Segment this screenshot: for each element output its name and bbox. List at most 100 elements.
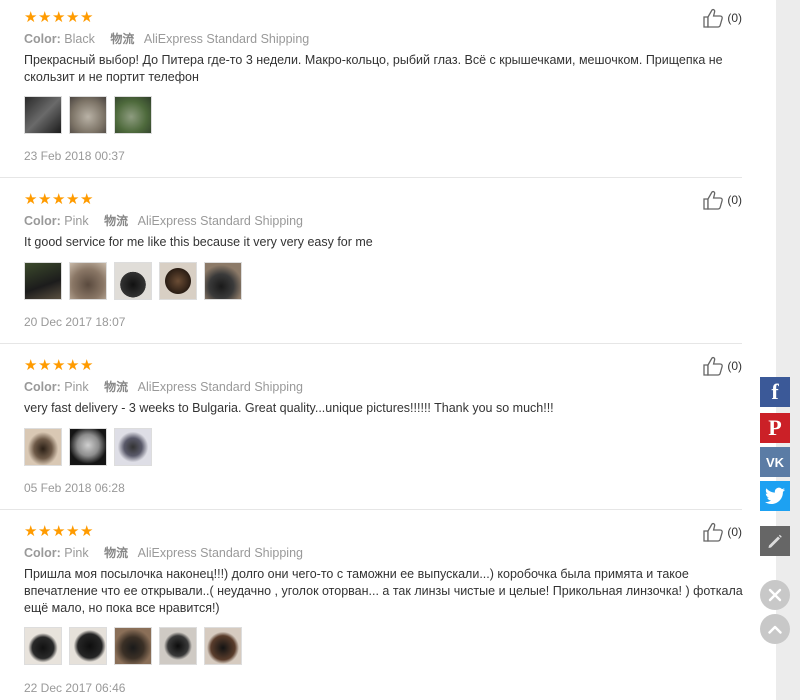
review-meta: Color: Pink 物流 AliExpress Standard Shipp… — [24, 212, 303, 229]
star-icon: ★ — [52, 522, 66, 540]
star-icon: ★ — [24, 190, 38, 208]
close-button[interactable] — [760, 580, 790, 610]
review-meta: Color: Black 物流 AliExpress Standard Ship… — [24, 30, 309, 47]
review-photo[interactable] — [24, 627, 62, 665]
star-icon: ★ — [66, 522, 80, 540]
star-icon: ★ — [80, 356, 94, 374]
review-photo[interactable] — [114, 428, 152, 466]
color-value: Pink — [64, 546, 89, 560]
review-date: 20 Dec 2017 18:07 — [24, 315, 126, 329]
scroll-to-top-button[interactable] — [760, 614, 790, 644]
star-icon: ★ — [38, 8, 52, 26]
review-text: very fast delivery - 3 weeks to Bulgaria… — [24, 401, 554, 415]
star-icon: ★ — [24, 522, 38, 540]
shipping-label: 物流 — [104, 546, 129, 560]
edit-button[interactable] — [760, 526, 790, 556]
review-date: 22 Dec 2017 06:46 — [24, 681, 126, 695]
helpful-button[interactable]: (0) — [703, 190, 742, 210]
star-icon: ★ — [52, 8, 66, 26]
shipping-value: AliExpress Standard Shipping — [137, 214, 303, 228]
helpful-count: (0) — [727, 525, 742, 539]
shipping-label: 物流 — [104, 380, 129, 394]
twitter-icon — [765, 487, 785, 504]
thumbs-up-icon — [703, 522, 724, 542]
review-photo[interactable] — [24, 428, 62, 466]
review-photo[interactable] — [114, 96, 152, 134]
star-rating: ★ ★ ★ ★ ★ — [24, 522, 94, 540]
shipping-label: 物流 — [110, 32, 135, 46]
review-text: It good service for me like this because… — [24, 235, 373, 249]
helpful-button[interactable]: (0) — [703, 522, 742, 542]
star-icon: ★ — [38, 356, 52, 374]
review-text: Пришла моя посылочка наконец!!!) долго о… — [24, 567, 743, 615]
review-photos — [24, 428, 152, 466]
review-date: 23 Feb 2018 00:37 — [24, 149, 125, 163]
color-value: Pink — [64, 214, 89, 228]
review-photo[interactable] — [69, 627, 107, 665]
star-icon: ★ — [24, 8, 38, 26]
close-icon — [768, 588, 782, 602]
review-item: ★ ★ ★ ★ ★ Color: Pink 物流 AliExpress Stan… — [0, 182, 760, 348]
star-rating: ★ ★ ★ ★ ★ — [24, 8, 94, 26]
review-item: ★ ★ ★ ★ ★ Color: Pink 物流 AliExpress Stan… — [0, 348, 760, 514]
review-text: Прекрасный выбор! До Питера где-то 3 нед… — [24, 53, 723, 84]
review-divider — [0, 343, 742, 344]
helpful-button[interactable]: (0) — [703, 8, 742, 28]
review-photo[interactable] — [69, 96, 107, 134]
star-icon: ★ — [38, 190, 52, 208]
review-photo[interactable] — [24, 262, 62, 300]
thumbs-up-icon — [703, 190, 724, 210]
color-label: Color: — [24, 380, 61, 394]
review-photos — [24, 262, 242, 300]
star-icon: ★ — [80, 190, 94, 208]
review-date: 05 Feb 2018 06:28 — [24, 481, 125, 495]
color-label: Color: — [24, 546, 61, 560]
star-icon: ★ — [66, 8, 80, 26]
color-label: Color: — [24, 32, 61, 46]
color-value: Black — [64, 32, 95, 46]
facebook-share-button[interactable]: f — [760, 377, 790, 407]
star-icon: ★ — [66, 190, 80, 208]
pinterest-share-button[interactable]: P — [760, 413, 790, 443]
review-photo[interactable] — [159, 262, 197, 300]
star-icon: ★ — [80, 8, 94, 26]
review-photo[interactable] — [69, 428, 107, 466]
shipping-value: AliExpress Standard Shipping — [137, 380, 303, 394]
review-photo[interactable] — [24, 96, 62, 134]
vk-icon: VK — [765, 454, 785, 470]
pencil-icon — [768, 534, 782, 548]
review-photo[interactable] — [114, 627, 152, 665]
review-photo[interactable] — [114, 262, 152, 300]
review-divider — [0, 509, 742, 510]
twitter-share-button[interactable] — [760, 481, 790, 511]
chevron-up-icon — [768, 625, 782, 634]
shipping-value: AliExpress Standard Shipping — [143, 32, 310, 46]
review-photo[interactable] — [69, 262, 107, 300]
thumbs-up-icon — [703, 356, 724, 376]
review-item: ★ ★ ★ ★ ★ Color: Black 物流 AliExpress Sta… — [0, 0, 760, 178]
review-photos — [24, 96, 152, 134]
thumbs-up-icon — [703, 8, 724, 28]
review-photo[interactable] — [159, 627, 197, 665]
review-meta: Color: Pink 物流 AliExpress Standard Shipp… — [24, 378, 303, 395]
star-rating: ★ ★ ★ ★ ★ — [24, 190, 94, 208]
review-photo[interactable] — [204, 627, 242, 665]
pinterest-icon: P — [768, 415, 782, 440]
color-value: Pink — [64, 380, 89, 394]
star-icon: ★ — [24, 356, 38, 374]
helpful-count: (0) — [727, 11, 742, 25]
helpful-count: (0) — [727, 193, 742, 207]
star-icon: ★ — [66, 356, 80, 374]
review-photo[interactable] — [204, 262, 242, 300]
star-icon: ★ — [38, 522, 52, 540]
star-icon: ★ — [80, 522, 94, 540]
review-item: ★ ★ ★ ★ ★ Color: Pink 物流 AliExpress Stan… — [0, 514, 760, 695]
helpful-button[interactable]: (0) — [703, 356, 742, 376]
star-icon: ★ — [52, 356, 66, 374]
review-divider — [0, 177, 742, 178]
vk-share-button[interactable]: VK — [760, 447, 790, 477]
star-rating: ★ ★ ★ ★ ★ — [24, 356, 94, 374]
color-label: Color: — [24, 214, 61, 228]
shipping-label: 物流 — [104, 214, 129, 228]
star-icon: ★ — [52, 190, 66, 208]
